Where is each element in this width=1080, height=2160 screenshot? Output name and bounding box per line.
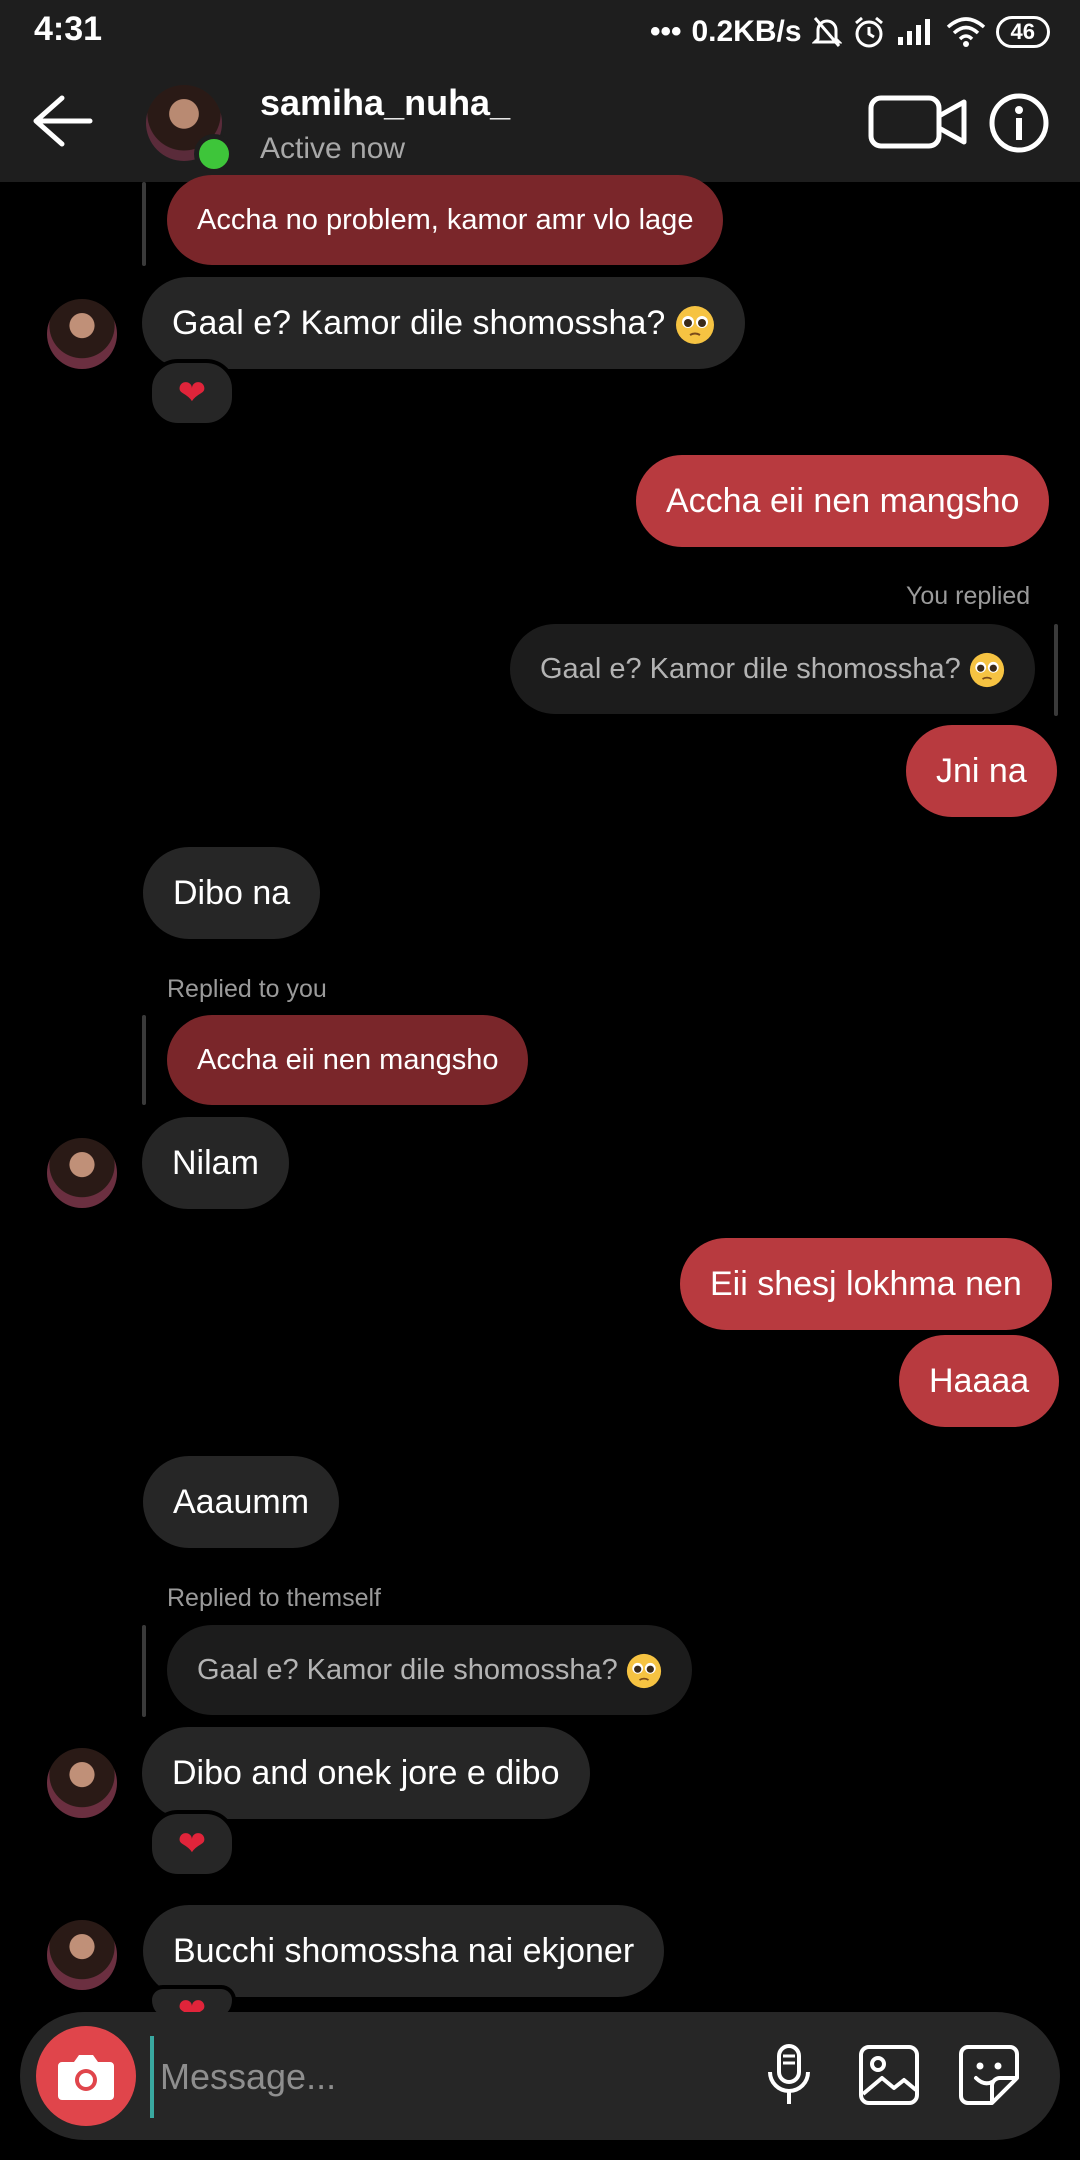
online-indicator bbox=[194, 134, 234, 174]
reply-line bbox=[142, 182, 146, 266]
wifi-icon bbox=[946, 17, 985, 47]
reply-line bbox=[142, 1015, 146, 1105]
pleading-face-icon bbox=[969, 653, 1004, 688]
status-time: 4:31 bbox=[34, 10, 103, 48]
incoming-message[interactable]: Gaal e? Kamor dile shomossha? bbox=[142, 277, 745, 369]
reply-line bbox=[1054, 624, 1058, 716]
quoted-text: Gaal e? Kamor dile shomossha? bbox=[540, 653, 961, 685]
quoted-message[interactable]: Accha eii nen mangsho bbox=[167, 1015, 529, 1105]
sender-avatar[interactable] bbox=[47, 1138, 117, 1208]
network-speed: 0.2KB/s bbox=[691, 15, 802, 48]
chat-header: samiha_nuha_ Active now bbox=[0, 62, 1080, 182]
back-arrow-icon[interactable] bbox=[28, 90, 98, 152]
camera-icon bbox=[58, 2055, 114, 2100]
contact-status: Active now bbox=[260, 132, 406, 165]
sticker-icon[interactable] bbox=[956, 2042, 1022, 2108]
outgoing-message[interactable]: Haaaa bbox=[899, 1335, 1060, 1427]
video-call-icon[interactable] bbox=[868, 94, 972, 150]
sender-avatar[interactable] bbox=[47, 299, 117, 369]
status-indicators: ••• 0.2KB/s 46 bbox=[650, 10, 1050, 54]
incoming-message[interactable]: Dibo na bbox=[143, 847, 321, 939]
incoming-message[interactable]: Dibo and onek jore e dibo bbox=[142, 1727, 590, 1819]
outgoing-message[interactable]: Jni na bbox=[906, 725, 1057, 817]
heart-icon[interactable]: ❤ bbox=[148, 359, 236, 427]
heart-icon[interactable]: ❤ bbox=[148, 1985, 236, 2015]
message-composer bbox=[20, 2012, 1060, 2140]
sender-avatar[interactable] bbox=[47, 1920, 117, 1990]
reply-line bbox=[142, 1625, 146, 1717]
camera-button[interactable] bbox=[36, 2026, 136, 2126]
status-bar: 4:31 ••• 0.2KB/s 46 bbox=[0, 0, 1080, 62]
reply-label: Replied to themself bbox=[167, 1584, 382, 1612]
reply-label: You replied bbox=[906, 582, 1031, 610]
message-input[interactable] bbox=[150, 2036, 732, 2118]
pleading-face-icon bbox=[675, 306, 714, 345]
microphone-icon[interactable] bbox=[756, 2042, 822, 2108]
alarm-icon bbox=[854, 16, 883, 48]
incoming-message[interactable]: Bucchi shomossha nai ekjoner bbox=[143, 1905, 665, 1997]
message-text: Gaal e? Kamor dile shomossha? bbox=[172, 304, 666, 342]
incoming-message[interactable]: Nilam bbox=[142, 1117, 289, 1209]
mute-bell-icon bbox=[811, 17, 842, 47]
outgoing-message[interactable]: Eii shesj lokhma nen bbox=[680, 1238, 1052, 1330]
gallery-icon[interactable] bbox=[856, 2042, 922, 2108]
info-icon[interactable] bbox=[988, 92, 1050, 154]
sender-avatar[interactable] bbox=[47, 1748, 117, 1818]
heart-icon[interactable]: ❤ bbox=[148, 1810, 236, 1878]
outgoing-message[interactable]: Accha eii nen mangsho bbox=[636, 455, 1050, 547]
quoted-message[interactable]: Gaal e? Kamor dile shomossha? bbox=[167, 1625, 692, 1715]
quoted-message[interactable]: Accha no problem, kamor amr vlo lage bbox=[167, 175, 724, 265]
pleading-face-icon bbox=[626, 1654, 661, 1689]
battery-icon: 46 bbox=[995, 16, 1050, 48]
quoted-message[interactable]: Gaal e? Kamor dile shomossha? bbox=[510, 624, 1035, 714]
reply-label: Replied to you bbox=[167, 975, 327, 1003]
contact-username[interactable]: samiha_nuha_ bbox=[260, 82, 510, 124]
signal-icon bbox=[897, 19, 930, 45]
more-dots-icon: ••• bbox=[649, 15, 682, 48]
quoted-text: Gaal e? Kamor dile shomossha? bbox=[197, 1654, 618, 1686]
incoming-message[interactable]: Aaaumm bbox=[143, 1456, 340, 1548]
